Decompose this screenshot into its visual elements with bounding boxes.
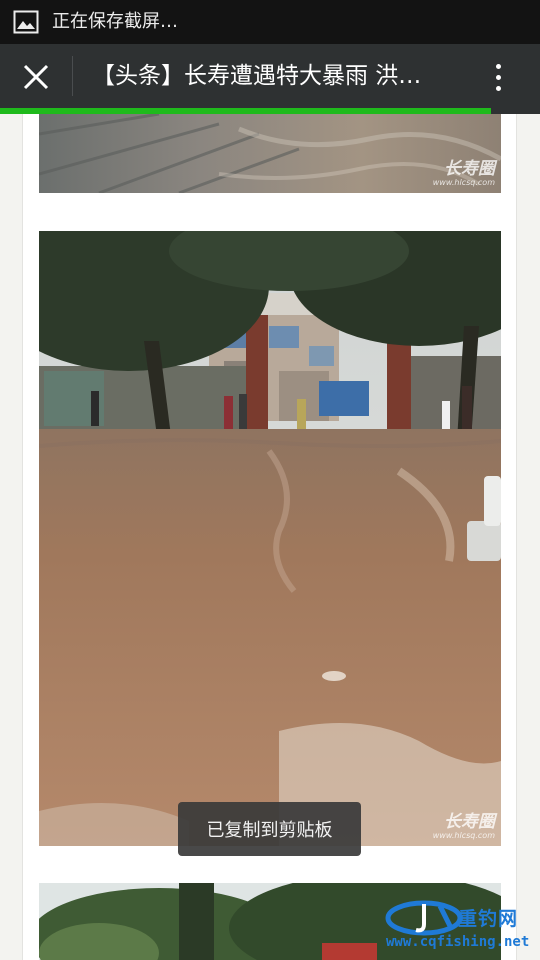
close-icon xyxy=(23,64,49,90)
article-image-2[interactable]: 长寿圈 www.hlcsq.com xyxy=(39,231,501,846)
title-bar: 【头条】长寿遭遇特大暴雨 洪… xyxy=(0,44,540,110)
image-watermark: 长寿圈 www.hlcsq.com xyxy=(432,812,495,840)
image-watermark: 长寿圈 www.hlcsq.com xyxy=(432,159,495,187)
status-notification-text: 正在保存截屏… xyxy=(52,11,178,32)
more-vert-icon[interactable] xyxy=(478,54,518,100)
site-logo-name: 重钓网 xyxy=(458,908,519,930)
status-bar: 正在保存截屏… xyxy=(0,0,540,44)
article-image-1[interactable]: 长寿圈 www.hlcsq.com xyxy=(39,114,501,193)
clipboard-toast: 已复制到剪贴板 xyxy=(178,802,361,856)
close-button[interactable] xyxy=(14,54,58,100)
site-logo: 重钓网 www.cqfishing.net xyxy=(384,896,534,954)
image-icon xyxy=(13,10,39,34)
toolbar-divider xyxy=(72,56,73,96)
site-logo-url: www.cqfishing.net xyxy=(386,934,530,950)
page-title: 【头条】长寿遭遇特大暴雨 洪… xyxy=(92,63,422,89)
